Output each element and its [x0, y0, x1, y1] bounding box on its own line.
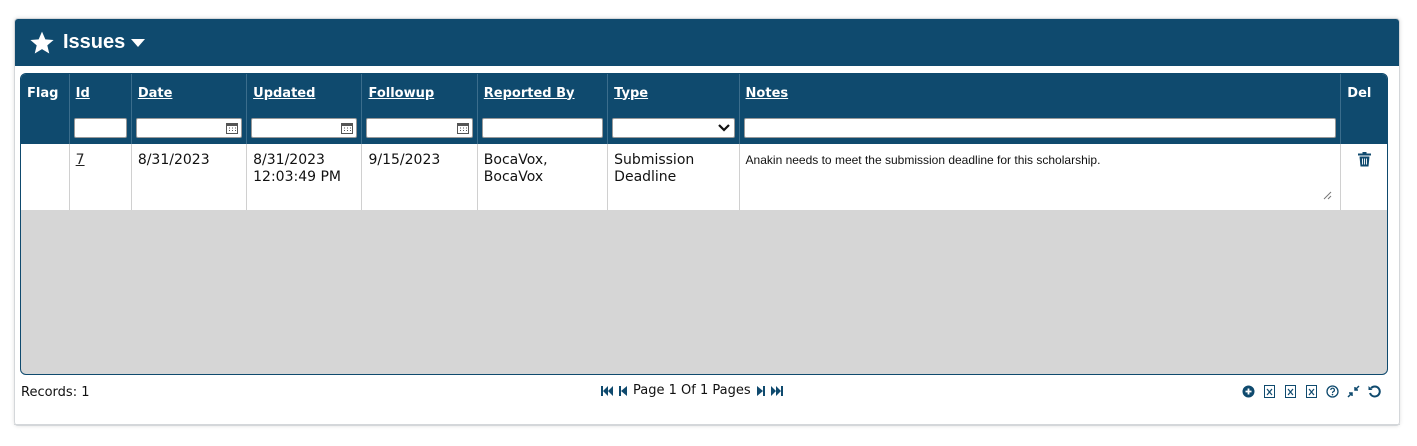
- export-excel-icon[interactable]: [1305, 385, 1318, 398]
- records-count: Records: 1: [21, 385, 90, 400]
- cell-date: 8/31/2023: [131, 144, 248, 210]
- pager: Page 1 Of 1 Pages: [601, 383, 783, 398]
- col-header-id[interactable]: Id: [69, 74, 132, 112]
- issue-id-link[interactable]: 7: [76, 152, 85, 168]
- help-icon[interactable]: [1326, 385, 1339, 398]
- col-header-notes[interactable]: Notes: [739, 74, 1342, 112]
- filter-type-select[interactable]: [612, 118, 735, 138]
- add-circle-icon[interactable]: [1242, 385, 1255, 398]
- cell-followup: 9/15/2023: [361, 144, 478, 210]
- last-page-icon[interactable]: [770, 385, 783, 397]
- filter-cell-flag: [21, 112, 70, 144]
- filter-updated-input[interactable]: [251, 118, 358, 138]
- export-excel-icon[interactable]: [1284, 385, 1297, 398]
- cell-notes[interactable]: Anakin needs to meet the submission dead…: [739, 144, 1342, 210]
- col-header-type[interactable]: Type: [607, 74, 740, 112]
- first-page-icon[interactable]: [601, 385, 613, 397]
- star-icon: [30, 31, 54, 54]
- col-header-del: Del: [1340, 74, 1387, 112]
- grid-footer: Records: 1 Page 1 Of 1 Pages: [21, 381, 1393, 405]
- table-row: 7 8/31/2023 8/31/2023 12:03:49 PM 9/15/2…: [21, 144, 1387, 210]
- page-indicator: Page 1 Of 1 Pages: [633, 383, 751, 398]
- cell-flag[interactable]: [21, 144, 70, 210]
- cell-type: Submission Deadline: [607, 144, 740, 210]
- cell-updated: 8/31/2023 12:03:49 PM: [246, 144, 363, 210]
- filter-followup-input[interactable]: [366, 118, 473, 138]
- panel-title[interactable]: Issues: [63, 31, 125, 54]
- next-page-icon[interactable]: [755, 385, 767, 397]
- calendar-icon[interactable]: [456, 122, 469, 134]
- cell-reported-by: BocaVox, BocaVox: [477, 144, 609, 210]
- calendar-icon[interactable]: [226, 122, 239, 134]
- issues-grid: Flag Id Date Updated Followup Reported B…: [20, 73, 1388, 375]
- filter-reported-by-input[interactable]: [481, 118, 604, 138]
- notes-textarea[interactable]: Anakin needs to meet the submission dead…: [746, 152, 1335, 202]
- panel-header[interactable]: Issues: [15, 19, 1399, 66]
- divider: [14, 424, 1400, 427]
- calendar-icon[interactable]: [341, 122, 354, 134]
- issues-panel: Issues Flag Id Date Updated Followup Rep…: [14, 18, 1400, 426]
- cell-id[interactable]: 7: [69, 144, 132, 210]
- grid-toolbar: [1242, 385, 1381, 398]
- col-header-reported-by[interactable]: Reported By: [477, 74, 609, 112]
- col-header-followup[interactable]: Followup: [361, 74, 478, 112]
- col-header-flag: Flag: [21, 74, 70, 112]
- filter-date-input[interactable]: [135, 118, 243, 138]
- chevron-down-icon[interactable]: [131, 38, 146, 48]
- collapse-icon[interactable]: [1347, 385, 1360, 398]
- cell-del: [1340, 144, 1387, 210]
- export-excel-icon[interactable]: [1263, 385, 1276, 398]
- filter-notes-input[interactable]: [743, 118, 1337, 138]
- chevron-down-icon: [717, 124, 730, 132]
- trash-icon[interactable]: [1357, 152, 1371, 167]
- filter-id-input[interactable]: [73, 118, 127, 138]
- col-header-updated[interactable]: Updated: [246, 74, 363, 112]
- filter-cell-del: [1340, 112, 1387, 144]
- resize-grip-icon[interactable]: [1323, 191, 1332, 200]
- refresh-icon[interactable]: [1368, 385, 1381, 398]
- col-header-date[interactable]: Date: [131, 74, 248, 112]
- prev-page-icon[interactable]: [617, 385, 629, 397]
